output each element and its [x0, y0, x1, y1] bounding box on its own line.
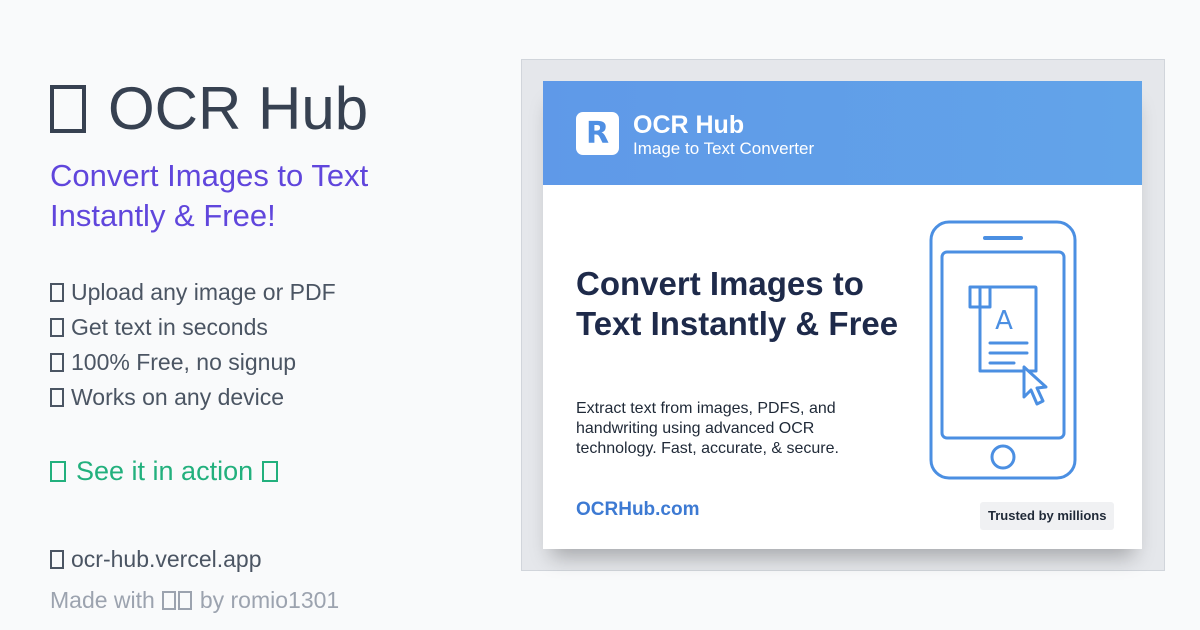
heart-icon	[177, 591, 192, 610]
feature-item-speed: Get text in seconds	[50, 310, 336, 345]
document-letter: A	[995, 306, 1013, 336]
upload-icon	[50, 283, 64, 302]
cursor-icon	[1022, 365, 1048, 406]
gift-icon	[50, 353, 64, 372]
cta-label: See it in action	[76, 456, 254, 486]
feature-label: 100% Free, no signup	[71, 349, 297, 375]
device-icon	[50, 388, 64, 407]
feature-label: Get text in seconds	[71, 314, 268, 340]
smartphone-document-icon: A	[929, 220, 1077, 480]
credit-prefix: Made with	[50, 587, 155, 613]
search-icon	[50, 84, 86, 133]
card-header: R OCR Hub Image to Text Converter	[543, 81, 1142, 185]
app-title: OCR Hub	[50, 74, 368, 143]
feature-item-devices: Works on any device	[50, 380, 336, 415]
feature-item-free: 100% Free, no signup	[50, 345, 336, 380]
app-tagline: Convert Images to Text Instantly & Free!	[50, 158, 369, 233]
globe-icon	[50, 550, 64, 569]
credit-suffix: by romio1301	[199, 587, 340, 613]
phone-screen	[940, 250, 1066, 440]
card-site-link: OCRHub.com	[576, 499, 700, 520]
feature-list: Upload any image or PDF Get text in seco…	[50, 275, 336, 415]
site-url-text: ocr-hub.vercel.app	[71, 546, 262, 572]
card-brand-subtitle: Image to Text Converter	[633, 139, 815, 158]
feature-label: Works on any device	[71, 384, 285, 410]
credit-line: Made with by romio1301	[50, 587, 339, 614]
ocr-hub-logo-icon: R	[576, 112, 619, 155]
feature-label: Upload any image or PDF	[71, 279, 336, 305]
sparkle-icon	[50, 461, 66, 482]
see-it-in-action-link[interactable]: See it in action	[50, 456, 279, 487]
arrow-right-icon	[262, 461, 279, 482]
logo-letter: R	[585, 116, 610, 151]
preview-image-frame: R OCR Hub Image to Text Converter Conver…	[521, 59, 1165, 571]
feature-item-upload: Upload any image or PDF	[50, 275, 336, 310]
lightning-icon	[50, 318, 64, 337]
card-headline: Convert Images to Text Instantly & Free	[576, 265, 899, 342]
phone-speaker	[983, 236, 1023, 240]
site-url-link[interactable]: ocr-hub.vercel.app	[50, 546, 262, 573]
card-brand-name: OCR Hub	[633, 111, 745, 139]
card-description: Extract text from images, PDFS, and hand…	[576, 400, 839, 457]
trust-badge: Trusted by millions	[980, 502, 1115, 530]
heart-icon	[161, 591, 176, 610]
phone-body	[929, 220, 1077, 480]
app-title-text: OCR Hub	[108, 75, 369, 142]
preview-card: R OCR Hub Image to Text Converter Conver…	[543, 81, 1142, 549]
phone-home-button	[990, 444, 1016, 470]
